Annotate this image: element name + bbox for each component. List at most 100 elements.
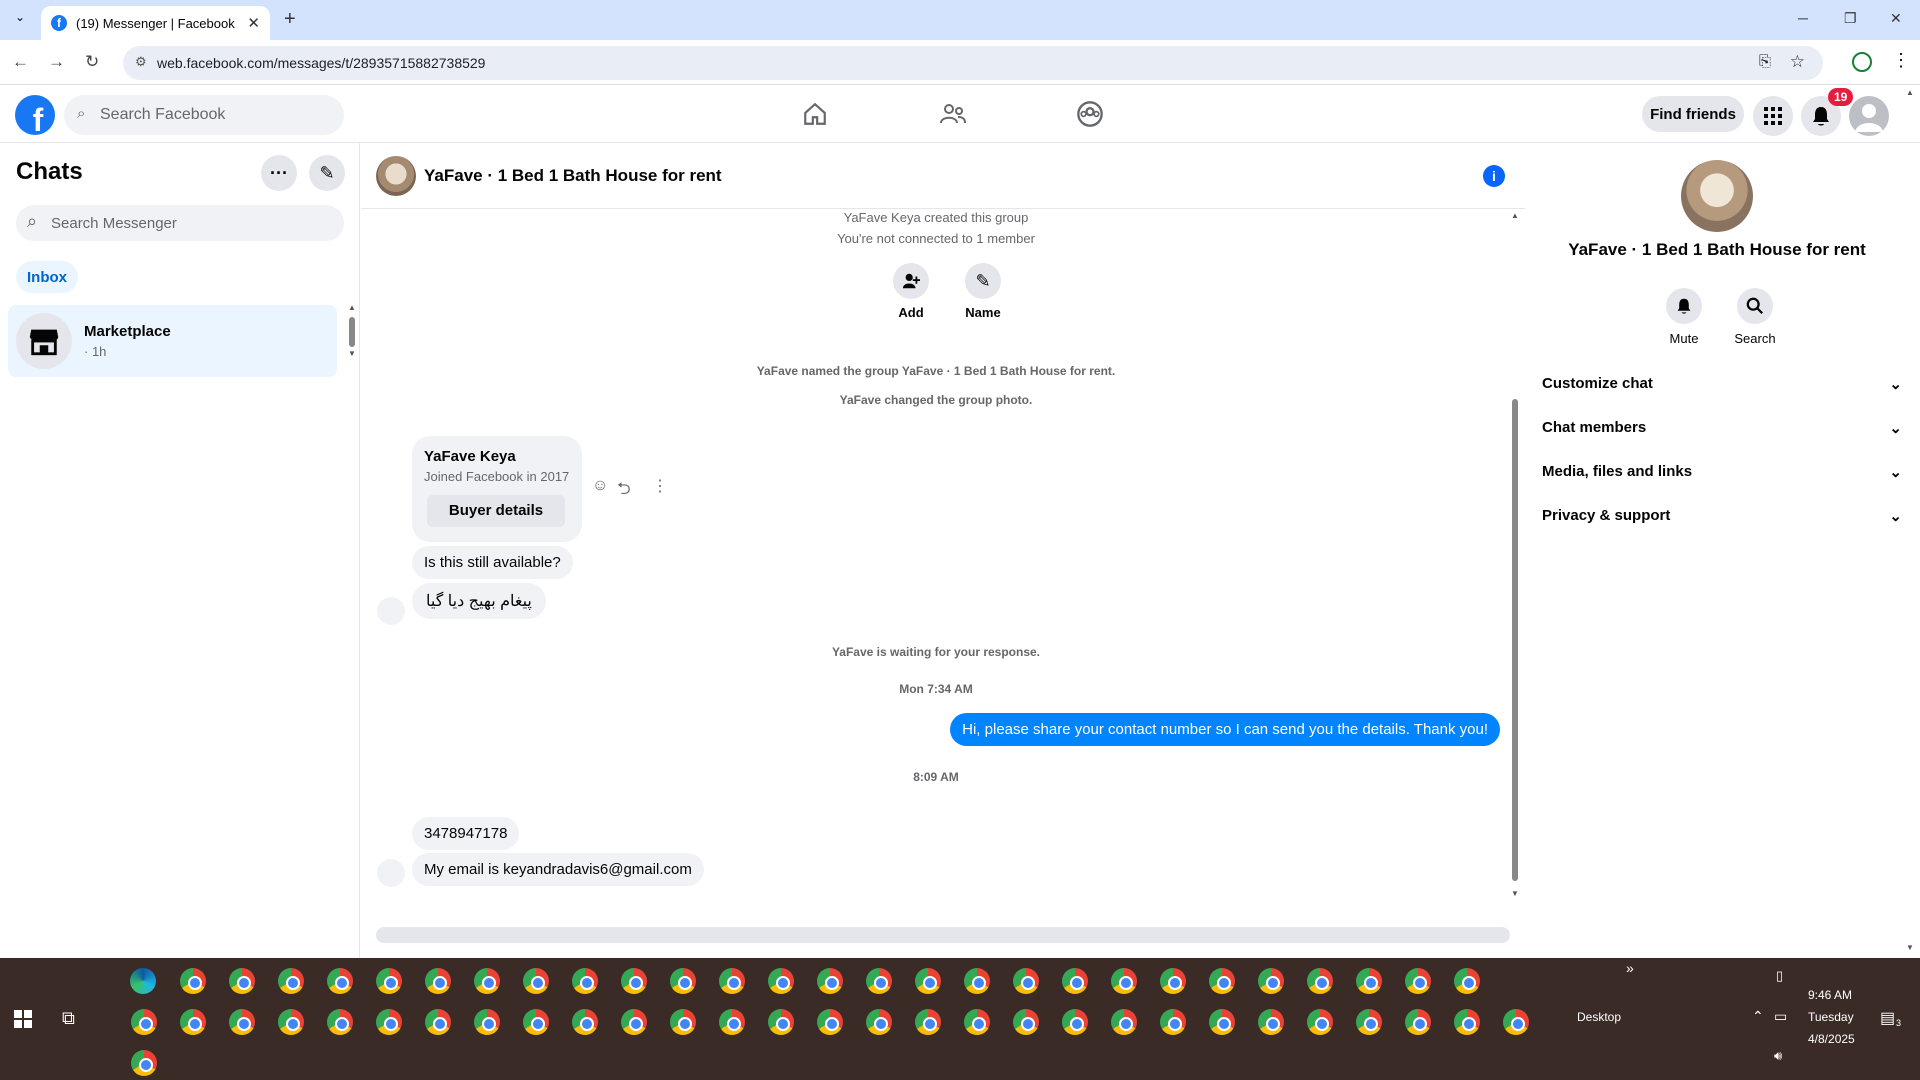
chrome-window-icon[interactable] xyxy=(1209,968,1235,994)
install-app-icon[interactable]: ⎘ xyxy=(1759,53,1771,70)
chrome-window-icon[interactable] xyxy=(474,968,500,994)
chrome-window-icon[interactable] xyxy=(866,968,892,994)
conversation-title[interactable]: YaFave · 1 Bed 1 Bath House for rent xyxy=(424,166,722,186)
windows-start-icon[interactable] xyxy=(14,1010,32,1033)
chrome-window-icon[interactable] xyxy=(1013,1009,1039,1035)
chrome-window-icon[interactable] xyxy=(572,1009,598,1035)
chrome-window-icon[interactable] xyxy=(1307,1009,1333,1035)
forward-icon[interactable]: → xyxy=(48,52,65,72)
chrome-window-icon[interactable] xyxy=(1503,1009,1529,1035)
chrome-window-icon[interactable] xyxy=(817,968,843,994)
chrome-window-icon[interactable] xyxy=(964,1009,990,1035)
minimize-icon[interactable]: ─ xyxy=(1798,10,1808,26)
groups-icon[interactable] xyxy=(1074,98,1106,130)
chrome-window-icon[interactable] xyxy=(131,1050,157,1076)
chrome-window-icon[interactable] xyxy=(572,968,598,994)
chrome-window-icon[interactable] xyxy=(817,1009,843,1035)
message-bubble[interactable]: My email is keyandradavis6@gmail.com xyxy=(412,853,704,886)
chrome-window-icon[interactable] xyxy=(1111,1009,1137,1035)
chrome-window-icon[interactable] xyxy=(670,1009,696,1035)
account-avatar[interactable] xyxy=(1849,96,1889,136)
reply-icon[interactable]: ⮌ xyxy=(617,476,631,505)
chrome-window-icon[interactable] xyxy=(1160,1009,1186,1035)
chrome-window-icon[interactable] xyxy=(866,1009,892,1035)
new-message-icon[interactable]: ✎ xyxy=(309,155,345,191)
url-bar[interactable]: ⚙ web.facebook.com/messages/t/2893571588… xyxy=(123,46,1823,80)
chrome-window-icon[interactable] xyxy=(523,1009,549,1035)
chrome-window-icon[interactable] xyxy=(278,1009,304,1035)
chrome-window-icon[interactable] xyxy=(180,968,206,994)
chrome-window-icon[interactable] xyxy=(327,968,353,994)
group-photo-large[interactable] xyxy=(1681,160,1753,232)
chrome-window-icon[interactable] xyxy=(768,968,794,994)
page-scrollbar-up-icon[interactable]: ▲ xyxy=(1906,88,1914,97)
chat-list-scrollbar[interactable]: ▲ ▼ xyxy=(348,303,356,359)
action-center-icon[interactable]: ▤ xyxy=(1880,1008,1895,1028)
customize-chat-section[interactable]: Customize chat ⌄ xyxy=(1542,375,1902,393)
close-window-icon[interactable]: ✕ xyxy=(1890,10,1902,27)
privacy-support-section[interactable]: Privacy & support ⌄ xyxy=(1542,507,1902,525)
new-tab-icon[interactable]: + xyxy=(284,8,296,31)
chrome-window-icon[interactable] xyxy=(1062,968,1088,994)
clock-day[interactable]: Tuesday xyxy=(1808,1010,1854,1024)
mute-button[interactable]: Mute xyxy=(1654,288,1714,346)
tab-list-chevron-icon[interactable]: ⌄ xyxy=(10,10,30,30)
chrome-window-icon[interactable] xyxy=(376,1009,402,1035)
chrome-window-icon[interactable] xyxy=(523,968,549,994)
chrome-window-icon[interactable] xyxy=(180,1009,206,1035)
chat-members-section[interactable]: Chat members ⌄ xyxy=(1542,419,1902,437)
message-bubble[interactable]: پیغام بھیج دیا گیا xyxy=(412,583,546,619)
clock-date[interactable]: 4/8/2025 xyxy=(1808,1032,1855,1046)
add-member-button[interactable]: Add xyxy=(879,263,943,320)
chrome-window-icon[interactable] xyxy=(1258,968,1284,994)
chrome-window-icon[interactable] xyxy=(376,968,402,994)
conversation-info-icon[interactable]: i xyxy=(1483,165,1505,187)
chrome-window-icon[interactable] xyxy=(621,1009,647,1035)
chrome-window-icon[interactable] xyxy=(719,1009,745,1035)
message-composer[interactable] xyxy=(376,927,1510,943)
sender-avatar[interactable] xyxy=(377,859,405,887)
chrome-window-icon[interactable] xyxy=(1454,1009,1480,1035)
restore-icon[interactable]: ❐ xyxy=(1844,10,1857,27)
chrome-window-icon[interactable] xyxy=(1356,968,1382,994)
tray-chevron-icon[interactable]: ⌃ xyxy=(1752,1008,1764,1025)
chrome-window-icon[interactable] xyxy=(915,968,941,994)
chrome-window-icon[interactable] xyxy=(327,1009,353,1035)
chat-options-icon[interactable]: ··· xyxy=(261,155,297,191)
edge-icon[interactable] xyxy=(130,968,156,994)
chrome-window-icon[interactable] xyxy=(131,1009,157,1035)
menu-grid-icon[interactable] xyxy=(1753,96,1793,136)
tablet-mode-icon[interactable]: ▯ xyxy=(1776,968,1783,984)
taskbar-overflow-icon[interactable]: » xyxy=(1626,960,1634,976)
media-files-links-section[interactable]: Media, files and links ⌄ xyxy=(1542,463,1902,481)
volume-icon[interactable]: 🔊︎ xyxy=(1774,1048,1782,1064)
chrome-window-icon[interactable] xyxy=(1307,968,1333,994)
chrome-window-icon[interactable] xyxy=(1454,968,1480,994)
chrome-window-icon[interactable] xyxy=(719,968,745,994)
chrome-window-icon[interactable] xyxy=(915,1009,941,1035)
chrome-window-icon[interactable] xyxy=(229,968,255,994)
chrome-window-icon[interactable] xyxy=(1013,968,1039,994)
react-emoji-icon[interactable]: ☺ xyxy=(592,477,608,495)
reload-icon[interactable]: ↻ xyxy=(85,52,99,72)
chrome-window-icon[interactable] xyxy=(768,1009,794,1035)
home-icon[interactable] xyxy=(799,98,831,130)
browser-tab[interactable]: f (19) Messenger | Facebook ✕ xyxy=(41,6,270,40)
chrome-window-icon[interactable] xyxy=(1209,1009,1235,1035)
chrome-window-icon[interactable] xyxy=(670,968,696,994)
group-photo-avatar[interactable] xyxy=(376,156,416,196)
chrome-window-icon[interactable] xyxy=(1356,1009,1382,1035)
rename-group-button[interactable]: ✎ Name xyxy=(951,263,1015,320)
chrome-window-icon[interactable] xyxy=(278,968,304,994)
site-info-icon[interactable]: ⚙ xyxy=(135,54,147,70)
chrome-window-icon[interactable] xyxy=(1258,1009,1284,1035)
message-bubble[interactable]: Is this still available? xyxy=(412,546,573,579)
network-icon[interactable]: ▭ xyxy=(1774,1008,1787,1025)
close-tab-icon[interactable]: ✕ xyxy=(247,14,260,32)
chrome-window-icon[interactable] xyxy=(425,1009,451,1035)
clock-time[interactable]: 9:46 AM xyxy=(1808,988,1852,1002)
chrome-window-icon[interactable] xyxy=(425,968,451,994)
chrome-window-icon[interactable] xyxy=(1062,1009,1088,1035)
buyer-details-button[interactable]: Buyer details xyxy=(427,495,565,527)
bookmark-star-icon[interactable]: ☆ xyxy=(1790,52,1805,72)
